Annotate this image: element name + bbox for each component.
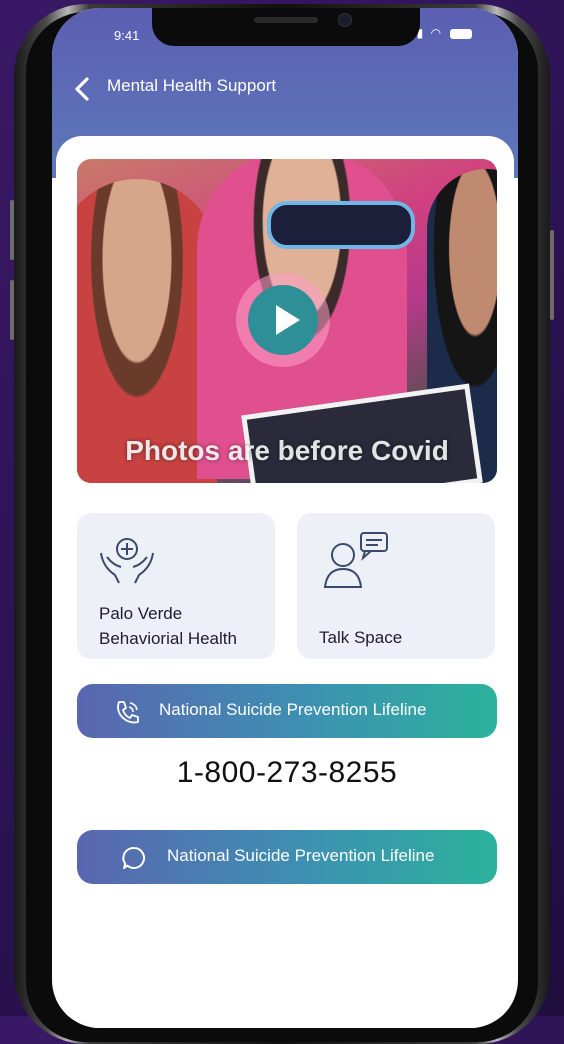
call-lifeline-button[interactable]: National Suicide Prevention Lifeline (77, 684, 497, 738)
battery-icon (450, 28, 473, 39)
phone-screen: 9:41 ▮▮ ◠ Mental Health Support Photos a… (52, 8, 518, 1028)
page-title: Mental Health Support (107, 76, 277, 95)
chat-button-label: National Suicide Prevention Lifeline (167, 846, 435, 865)
chevron-left-icon[interactable] (74, 76, 90, 106)
speaker-grille (254, 17, 318, 23)
wifi-icon: ◠ (430, 26, 444, 40)
phone-side-button (10, 200, 14, 260)
tile-label-palo-verde: Palo Verde Behaviorial Health (99, 604, 237, 648)
tile-label-talk-space: Talk Space (319, 628, 403, 647)
status-time: 9:41 (114, 28, 140, 43)
play-icon[interactable] (248, 285, 318, 355)
chat-lifeline-button[interactable]: National Suicide Prevention Lifeline (77, 830, 497, 884)
call-button-label: National Suicide Prevention Lifeline (159, 700, 427, 719)
chat-bubble-icon (122, 847, 145, 869)
video-thumbnail-detail (267, 201, 415, 249)
phone-call-icon (117, 701, 139, 724)
phone-side-button (550, 230, 554, 320)
front-camera (338, 13, 352, 27)
phone-notch (152, 8, 420, 46)
hotline-number: 1-800-273-8255 (176, 756, 398, 789)
resource-tile-palo-verde[interactable]: Palo Verde Behaviorial Health (77, 513, 275, 659)
video-player[interactable]: Photos are before Covid (77, 159, 497, 483)
resource-tile-talk-space[interactable]: Talk Space (297, 513, 495, 659)
person-chat-icon (323, 532, 388, 588)
hands-heart-icon (100, 538, 154, 584)
video-caption: Photos are before Covid (125, 435, 449, 466)
phone-side-button (10, 280, 14, 340)
